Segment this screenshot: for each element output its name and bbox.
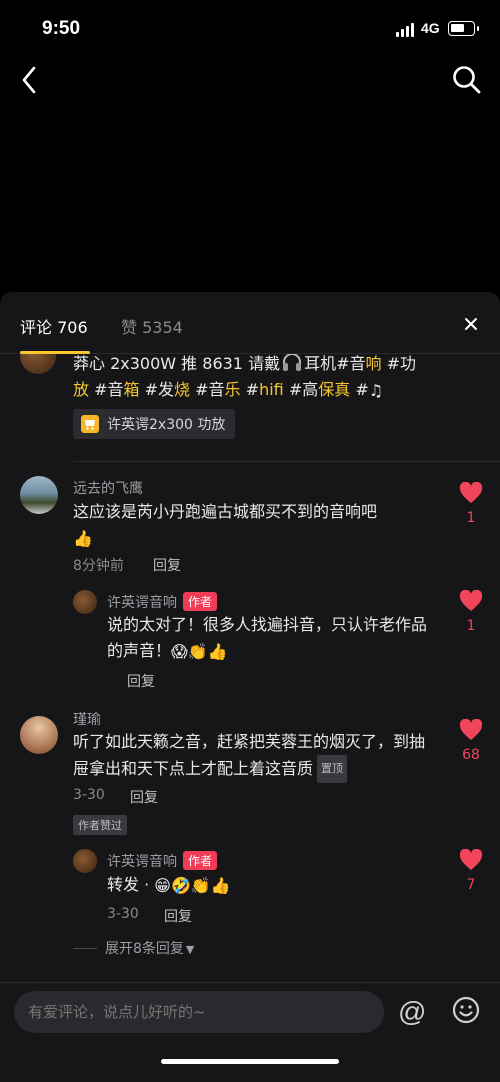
- comment-time: 8分钟前: [73, 558, 124, 574]
- like-button[interactable]: 7: [456, 848, 486, 893]
- clapping-hands-icon: 👏: [187, 642, 208, 661]
- comment-sheet: 评论 706 赞 5354 莽心 2x300W 推 8631 请戴 耳机#音响 #…: [0, 292, 500, 1082]
- reply-button[interactable]: 回复: [153, 555, 181, 575]
- comment-input-bar: @: [0, 982, 500, 1082]
- like-count: 1: [466, 618, 476, 634]
- search-icon: [453, 66, 481, 94]
- music-note-icon: ♫: [368, 381, 384, 400]
- comment-list: 莽心 2x300W 推 8631 请戴 耳机#音响 #功 放 #音箱 #发烧 #音…: [0, 354, 500, 982]
- comment-author[interactable]: 远去的飞鹰: [73, 478, 143, 498]
- comment-text: 说的太对了！很多人找遍抖音，只认许老作品的声音！😱👏👍: [107, 612, 437, 665]
- smiley-icon: [452, 996, 480, 1024]
- like-count: 7: [466, 877, 476, 893]
- comment-text: 转发 · 😁🤣👏👍: [107, 872, 437, 899]
- home-indicator: [161, 1059, 339, 1064]
- divider: [73, 461, 500, 462]
- back-button[interactable]: [16, 62, 46, 98]
- reply-button[interactable]: 回复: [127, 671, 155, 691]
- avatar[interactable]: [73, 849, 97, 873]
- comment-author[interactable]: 许英谔音响 作者: [107, 592, 218, 612]
- comment-author[interactable]: 许英谔音响 作者: [107, 851, 218, 871]
- reply-button[interactable]: 回复: [164, 906, 192, 926]
- grinning-face-icon: 😁: [154, 876, 171, 895]
- expand-line: [73, 948, 97, 949]
- comment-text: 听了如此天籁之音，赶紧把芙蓉王的烟灭了，到抽屉拿出和天下点上才配上着这音质 置顶: [73, 729, 435, 783]
- product-link[interactable]: 许英谔2x300 功放: [73, 409, 236, 439]
- emoji-button[interactable]: [452, 996, 480, 1024]
- post-caption: 莽心 2x300W 推 8631 请戴 耳机#音响 #功 放 #音箱 #发烧 #音…: [73, 354, 453, 404]
- caret-down-icon: ▼: [185, 943, 195, 956]
- comment-tabs: 评论 706 赞 5354: [0, 292, 500, 354]
- author-liked-badge: 作者赞过: [73, 815, 127, 835]
- avatar[interactable]: [20, 354, 56, 374]
- author-badge: 作者: [183, 851, 218, 870]
- expand-replies-button[interactable]: 展开8条回复 ▼: [73, 938, 194, 958]
- shocked-face-icon: 😱: [171, 642, 188, 661]
- chevron-left-icon: [22, 66, 36, 94]
- like-button[interactable]: 1: [456, 481, 486, 526]
- like-count: 68: [462, 747, 480, 763]
- signal-icon: [396, 23, 416, 37]
- comment-input[interactable]: [14, 991, 384, 1033]
- at-mention-button[interactable]: @: [398, 996, 426, 1028]
- thumbs-up-icon: 👍: [73, 529, 93, 548]
- search-button[interactable]: [450, 63, 484, 97]
- like-button[interactable]: 1: [456, 589, 486, 634]
- comment-author[interactable]: 瑾瑜: [73, 709, 101, 729]
- author-badge: 作者: [183, 592, 218, 611]
- headphones-icon: [283, 354, 302, 371]
- comment-text: 这应该是芮小丹跑遍古城都买不到的音响吧 👍: [73, 499, 435, 552]
- status-bar: 9:50 4G: [0, 0, 500, 56]
- tab-likes[interactable]: 赞 5354: [121, 314, 183, 338]
- product-name: 许英谔2x300 功放: [107, 417, 226, 433]
- network-type: 4G: [421, 20, 440, 36]
- avatar[interactable]: [20, 476, 58, 514]
- heart-icon: [459, 589, 483, 611]
- thumbs-up-icon: 👍: [210, 876, 231, 895]
- status-time: 9:50: [42, 18, 81, 39]
- battery-icon: [448, 21, 479, 36]
- tab-comments[interactable]: 评论 706: [20, 314, 88, 338]
- avatar[interactable]: [73, 590, 97, 614]
- heart-icon: [459, 718, 483, 740]
- rolling-laughing-icon: 🤣: [170, 876, 191, 895]
- heart-icon: [459, 481, 483, 503]
- cart-icon: [81, 415, 99, 433]
- clapping-hands-icon: 👏: [190, 876, 211, 895]
- pinned-badge: 置顶: [317, 755, 348, 783]
- avatar[interactable]: [20, 716, 58, 754]
- thumbs-up-icon: 👍: [207, 642, 228, 661]
- reply-button[interactable]: 回复: [130, 787, 158, 807]
- comment-time: 3-30: [73, 787, 105, 803]
- close-icon: [465, 318, 477, 330]
- like-count: 1: [466, 510, 476, 526]
- close-button[interactable]: [461, 314, 481, 334]
- comment-time: 3-30: [107, 906, 139, 922]
- at-icon: @: [398, 996, 427, 1027]
- like-button[interactable]: 68: [456, 718, 486, 763]
- heart-icon: [459, 848, 483, 870]
